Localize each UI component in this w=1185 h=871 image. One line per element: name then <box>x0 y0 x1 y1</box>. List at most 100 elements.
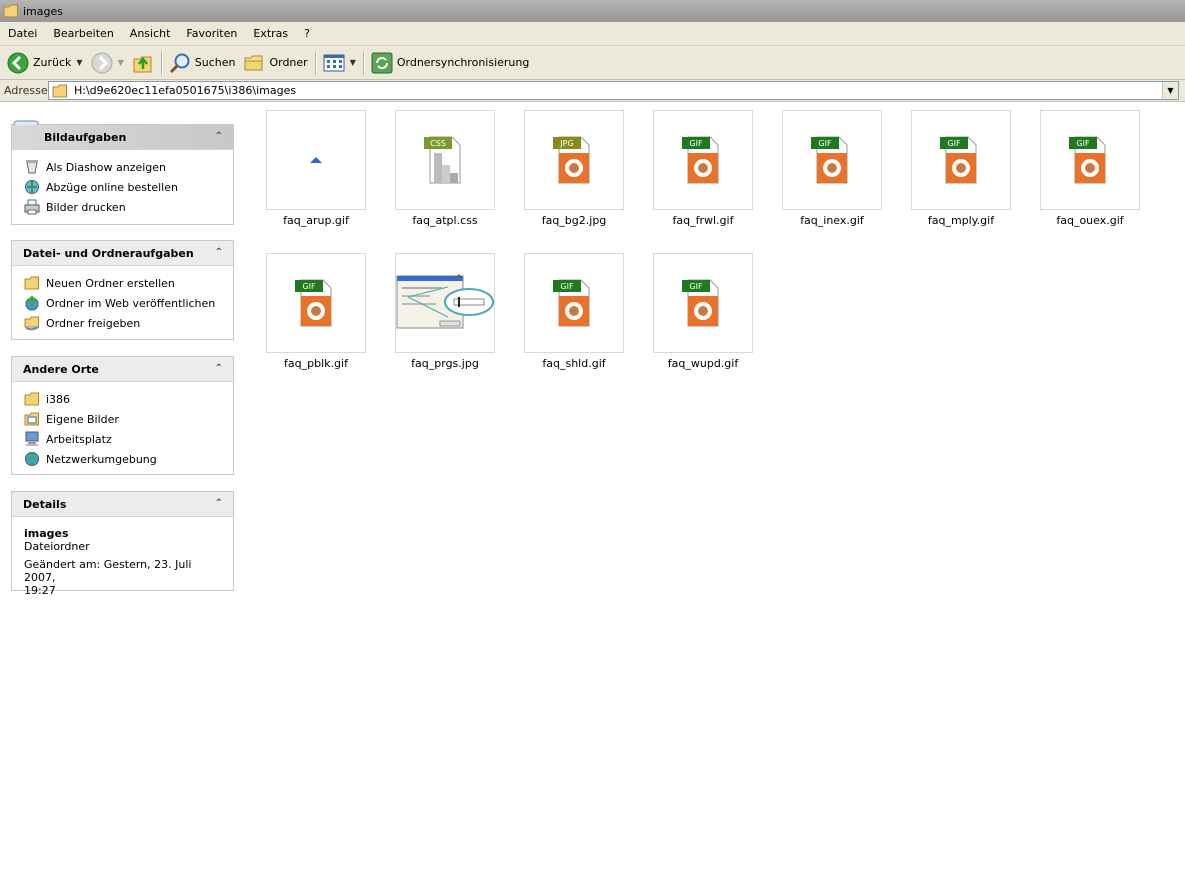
place-my-computer-link[interactable]: Arbeitsplatz <box>24 429 223 449</box>
address-dropdown-icon[interactable]: ▼ <box>1162 82 1178 99</box>
file-thumbnail[interactable]: GIF faq_shld.gif <box>508 253 638 383</box>
toolbar: Zurück ▼ ▼ Suchen Ordner ▼ Ordnersynchro… <box>0 46 1185 80</box>
publish-web-label: Ordner im Web veröffentlichen <box>46 296 216 310</box>
gif-file-icon: GIF <box>682 279 719 327</box>
file-thumbnail[interactable]: faq_prgs.jpg <box>379 253 509 383</box>
collapse-chevron-icon[interactable]: ⌃ <box>215 131 223 142</box>
printer-icon <box>24 199 40 215</box>
address-input[interactable]: H:\d9e620ec11efa0501675\i386\images ▼ <box>48 81 1179 100</box>
file-thumbnail[interactable]: GIF faq_pblk.gif <box>250 253 380 383</box>
panel-header[interactable]: Bildaufgaben ⌃ <box>12 125 233 150</box>
thumbnail-frame <box>266 110 366 210</box>
print-pictures-label: Bilder drucken <box>46 200 126 214</box>
file-name: faq_atpl.css <box>412 214 478 227</box>
new-folder-link[interactable]: Neuen Ordner erstellen <box>24 273 223 293</box>
views-grid-icon <box>323 54 345 71</box>
file-name: faq_ouex.gif <box>1056 214 1124 227</box>
place-network-link[interactable]: Netzwerkumgebung <box>24 449 223 469</box>
menu-extras[interactable]: Extras <box>245 24 296 44</box>
file-thumbnail[interactable]: CSS faq_atpl.css <box>379 110 509 240</box>
folder-up-icon <box>133 56 152 72</box>
address-bar: Adresse H:\d9e620ec11efa0501675\i386\ima… <box>0 80 1185 102</box>
gif-file-icon: GIF <box>682 136 719 184</box>
forward-arrow-icon <box>91 52 113 73</box>
address-path: H:\d9e620ec11efa0501675\i386\images <box>74 84 297 97</box>
share-folder-icon <box>24 316 39 331</box>
place-label: i386 <box>46 392 71 406</box>
menu-bearbeiten[interactable]: Bearbeiten <box>45 24 121 44</box>
thumbnail-frame: GIF <box>1040 110 1140 210</box>
menu-ansicht[interactable]: Ansicht <box>122 24 179 44</box>
file-thumbnail[interactable]: GIF faq_frwl.gif <box>637 110 767 240</box>
file-thumbnail[interactable]: GIF faq_ouex.gif <box>1024 110 1154 240</box>
file-thumbnail[interactable]: GIF faq_inex.gif <box>766 110 896 240</box>
menu-favoriten[interactable]: Favoriten <box>178 24 245 44</box>
up-button[interactable] <box>128 49 158 77</box>
jpg-file-icon: JPG <box>553 136 590 184</box>
file-name: faq_prgs.jpg <box>411 357 479 370</box>
file-thumbnail[interactable]: faq_arup.gif <box>250 110 380 240</box>
details-modified-time: 19:27 <box>24 584 56 597</box>
views-button[interactable]: ▼ <box>319 49 360 77</box>
sync-icon <box>371 52 393 73</box>
slideshow-link[interactable]: Als Diashow anzeigen <box>24 157 223 177</box>
thumbnail-frame: JPG <box>524 110 624 210</box>
folder-icon <box>52 84 67 97</box>
file-thumbnail[interactable]: GIF faq_mply.gif <box>895 110 1025 240</box>
panel-header[interactable]: Datei- und Ordneraufgaben ⌃ <box>12 241 233 266</box>
back-label: Zurück <box>33 56 72 69</box>
share-folder-link[interactable]: Ordner freigeben <box>24 313 223 333</box>
collapse-chevron-icon[interactable]: ⌃ <box>215 363 223 374</box>
back-button[interactable]: Zurück ▼ <box>3 49 87 77</box>
thumbnail-frame: GIF <box>524 253 624 353</box>
svg-text:GIF: GIF <box>689 139 703 148</box>
file-tasks-panel: Datei- und Ordneraufgaben ⌃ Neuen Ordner… <box>11 240 234 340</box>
place-i386-link[interactable]: i386 <box>24 389 223 409</box>
menu-help[interactable]: ? <box>296 24 318 44</box>
details-name: images <box>24 527 69 540</box>
my-pictures-icon <box>24 412 39 426</box>
publish-web-icon <box>25 295 39 311</box>
search-button[interactable]: Suchen <box>165 49 240 77</box>
svg-text:GIF: GIF <box>689 282 703 291</box>
file-thumbnail[interactable]: GIF faq_wupd.gif <box>637 253 767 383</box>
thumbnail-frame: GIF <box>653 110 753 210</box>
publish-web-link[interactable]: Ordner im Web veröffentlichen <box>24 293 223 313</box>
gif-file-icon: GIF <box>811 136 848 184</box>
network-icon <box>25 452 39 466</box>
print-pictures-link[interactable]: Bilder drucken <box>24 197 223 217</box>
panel-title: Details <box>23 497 67 511</box>
panel-header[interactable]: Andere Orte ⌃ <box>12 357 233 382</box>
new-folder-label: Neuen Ordner erstellen <box>46 276 175 290</box>
thumbnail-frame: GIF <box>911 110 1011 210</box>
file-thumbnail[interactable]: JPG faq_bg2.jpg <box>508 110 638 240</box>
order-prints-icon <box>25 180 39 194</box>
collapse-chevron-icon[interactable]: ⌃ <box>215 247 223 258</box>
order-prints-link[interactable]: Abzüge online bestellen <box>24 177 223 197</box>
svg-text:GIF: GIF <box>947 139 961 148</box>
back-dropdown-icon[interactable]: ▼ <box>76 58 82 67</box>
panel-title: Datei- und Ordneraufgaben <box>23 246 194 260</box>
forward-dropdown-icon[interactable]: ▼ <box>118 58 124 67</box>
file-name: faq_wupd.gif <box>667 357 739 370</box>
collapse-chevron-icon[interactable]: ⌃ <box>215 498 223 509</box>
views-dropdown-icon[interactable]: ▼ <box>350 58 356 67</box>
menu-bar: Datei Bearbeiten Ansicht Favoriten Extra… <box>0 22 1185 46</box>
forward-button[interactable]: ▼ <box>87 49 128 77</box>
panel-header[interactable]: Details ⌃ <box>12 492 233 517</box>
svg-text:GIF: GIF <box>818 139 832 148</box>
thumbnail-frame: GIF <box>266 253 366 353</box>
file-name: faq_frwl.gif <box>672 214 734 227</box>
menu-datei[interactable]: Datei <box>0 24 45 44</box>
details-type: Dateiordner <box>24 540 90 553</box>
window-title: images <box>23 4 63 18</box>
order-prints-label: Abzüge online bestellen <box>46 180 178 194</box>
arrow-up-icon <box>310 157 322 163</box>
picture-tasks-panel: Bildaufgaben ⌃ Als Diashow anzeigen Abzü… <box>11 120 234 225</box>
address-label: Adresse <box>4 84 48 97</box>
folders-button[interactable]: Ordner <box>239 49 311 77</box>
svg-text:GIF: GIF <box>302 282 316 291</box>
folder-sync-button[interactable]: Ordnersynchronisierung <box>367 49 534 77</box>
place-my-pictures-link[interactable]: Eigene Bilder <box>24 409 223 429</box>
new-folder-icon <box>24 275 39 290</box>
